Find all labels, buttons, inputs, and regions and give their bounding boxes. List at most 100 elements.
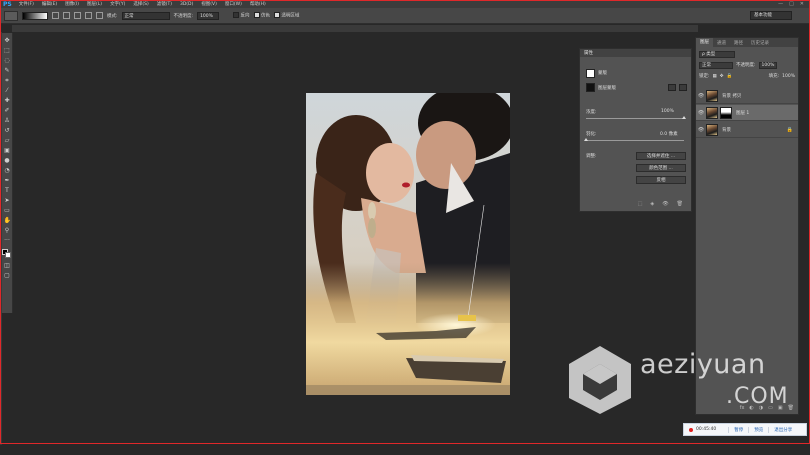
angle-gradient-icon[interactable]: [74, 12, 81, 19]
menu-window[interactable]: 窗口(W): [221, 1, 246, 7]
hand-tool-icon[interactable]: ✋: [4, 217, 11, 225]
gradient-tool-icon[interactable]: ▣: [4, 147, 11, 155]
select-and-mask-button[interactable]: 选择并遮住 ...: [636, 152, 686, 160]
add-vector-mask-button[interactable]: [679, 84, 687, 91]
zoom-tool-icon[interactable]: ⚲: [4, 227, 11, 235]
quick-select-tool-icon[interactable]: ✎: [4, 67, 11, 75]
menu-view[interactable]: 视图(V): [197, 1, 221, 7]
layer-opacity-label: 不透明度:: [736, 63, 756, 68]
lock-all-icon[interactable]: 🔒: [727, 74, 733, 79]
layers-panel-tabs: 图层 通道 路径 历史记录: [696, 38, 798, 47]
feather-slider-knob[interactable]: [584, 138, 588, 141]
apply-mask-icon[interactable]: ◈: [650, 201, 654, 207]
tab-channels[interactable]: 通道: [713, 40, 730, 46]
density-value[interactable]: 100%: [661, 109, 674, 114]
lock-position-icon[interactable]: ✥: [720, 74, 724, 79]
layer-name[interactable]: 背景 拷贝: [722, 93, 741, 99]
color-swatches[interactable]: [2, 249, 12, 260]
pen-tool-icon[interactable]: ✒: [4, 177, 11, 185]
shape-tool-icon[interactable]: ▭: [4, 207, 11, 215]
density-slider-knob[interactable]: [682, 116, 686, 119]
menu-image[interactable]: 图像(I): [61, 1, 83, 7]
menu-filter[interactable]: 滤镜(T): [153, 1, 176, 7]
recording-time: 00:45:40: [696, 427, 717, 432]
diamond-gradient-icon[interactable]: [96, 12, 103, 19]
opacity-input[interactable]: 100%: [197, 11, 220, 20]
exit-share-button[interactable]: 退出分享: [768, 426, 797, 433]
lock-pixels-icon[interactable]: ▦: [713, 74, 717, 79]
blend-mode-select[interactable]: 正常: [699, 61, 733, 69]
history-brush-icon[interactable]: ↺: [4, 127, 11, 135]
brush-tool-icon[interactable]: ✐: [4, 107, 11, 115]
density-slider-track[interactable]: [586, 118, 684, 119]
layer-row[interactable]: 👁 背景 拷贝: [696, 88, 798, 104]
marquee-tool-icon[interactable]: ⬚: [4, 47, 11, 55]
visibility-eye-icon[interactable]: 👁: [696, 110, 706, 116]
menu-3d[interactable]: 3D(D): [176, 2, 197, 7]
layer-name[interactable]: 背景: [722, 127, 731, 133]
background-color[interactable]: [5, 252, 11, 258]
menu-edit[interactable]: 编辑(E): [38, 1, 61, 7]
crop-tool-icon[interactable]: ⌗: [4, 77, 11, 85]
menu-layer[interactable]: 图层(L): [83, 1, 106, 7]
path-select-tool-icon[interactable]: ➤: [4, 197, 11, 205]
type-tool-icon[interactable]: T: [4, 187, 11, 195]
lasso-tool-icon[interactable]: ◌: [4, 57, 11, 65]
screen-mode-icon[interactable]: ▢: [4, 272, 11, 280]
menu-file[interactable]: 文件(F): [15, 1, 38, 7]
dither-option[interactable]: 仿色: [253, 12, 270, 19]
layer-mask-thumbnail[interactable]: [586, 83, 595, 92]
preview-button[interactable]: 预览: [748, 426, 768, 433]
eraser-tool-icon[interactable]: ▱: [4, 137, 11, 145]
layer-row[interactable]: 👁 背景 🔒: [696, 122, 798, 138]
reflected-gradient-icon[interactable]: [85, 12, 92, 19]
feather-slider-track[interactable]: [586, 140, 684, 141]
workspace-switcher[interactable]: 基本功能: [750, 11, 792, 20]
select-pixel-mask-button[interactable]: [668, 84, 676, 91]
close-button[interactable]: ✕: [800, 1, 804, 7]
stamp-tool-icon[interactable]: ♙: [4, 117, 11, 125]
blur-tool-icon[interactable]: ●: [4, 157, 11, 165]
gradient-picker[interactable]: [22, 11, 48, 20]
minimize-button[interactable]: —: [778, 1, 783, 7]
document-canvas[interactable]: [306, 93, 510, 395]
layer-row-selected[interactable]: 👁 图层 1: [696, 105, 798, 121]
layer-name[interactable]: 图层 1: [736, 110, 749, 116]
maximize-button[interactable]: □: [789, 1, 794, 7]
move-tool-icon[interactable]: ✥: [4, 37, 11, 45]
tab-paths[interactable]: 路径: [730, 40, 747, 46]
more-tools-icon[interactable]: ···: [4, 237, 11, 245]
dodge-tool-icon[interactable]: ◔: [4, 167, 11, 175]
menu-help[interactable]: 帮助(H): [246, 1, 270, 7]
reverse-checkbox[interactable]: [233, 12, 240, 19]
reverse-option[interactable]: 反向: [233, 12, 250, 19]
quick-mask-icon[interactable]: ◫: [4, 262, 11, 270]
visibility-eye-icon[interactable]: 👁: [696, 127, 706, 133]
eyedropper-tool-icon[interactable]: ⁄: [4, 87, 11, 95]
linear-gradient-icon[interactable]: [52, 12, 59, 19]
fill-input[interactable]: 100%: [782, 74, 795, 79]
radial-gradient-icon[interactable]: [63, 12, 70, 19]
tool-preset-picker[interactable]: [4, 10, 18, 21]
delete-mask-icon[interactable]: 🗑: [677, 201, 683, 207]
mode-select[interactable]: 正常: [121, 11, 170, 20]
tab-history[interactable]: 历史记录: [747, 40, 773, 46]
healing-tool-icon[interactable]: ✚: [4, 97, 11, 105]
layer-opacity-input[interactable]: 100%: [758, 61, 778, 69]
tab-layers[interactable]: 图层: [696, 38, 713, 47]
transparency-option[interactable]: 透明区域: [273, 12, 299, 19]
pause-button[interactable]: 暂停: [728, 426, 748, 433]
dither-checkbox[interactable]: [253, 12, 260, 19]
color-range-button[interactable]: 颜色范围 ...: [636, 164, 686, 172]
menu-select[interactable]: 选择(S): [129, 1, 152, 7]
feather-value[interactable]: 0.0 像素: [660, 131, 678, 137]
toggle-mask-eye-icon[interactable]: 👁: [662, 201, 668, 207]
capture-frame-bottom: [0, 443, 810, 444]
visibility-eye-icon[interactable]: 👁: [696, 93, 706, 99]
transparency-checkbox[interactable]: [273, 12, 280, 19]
invert-button[interactable]: 反相: [636, 176, 686, 184]
layer-mask-thumbnail[interactable]: [720, 106, 732, 119]
load-selection-icon[interactable]: ⬚: [638, 201, 643, 207]
layer-filter-select[interactable]: ρ 类型: [699, 50, 735, 58]
menu-type[interactable]: 文字(Y): [106, 1, 129, 7]
